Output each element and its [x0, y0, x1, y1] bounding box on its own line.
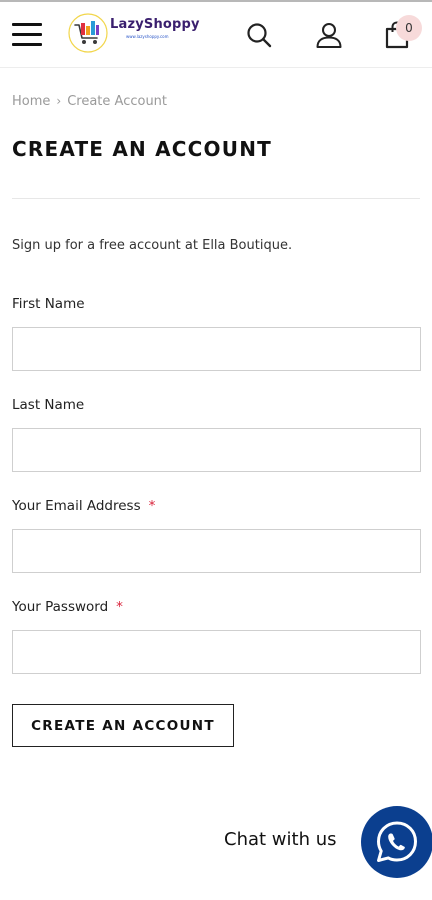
last-name-label: Last Name	[12, 397, 85, 413]
search-button[interactable]	[244, 18, 274, 52]
email-input[interactable]	[12, 529, 421, 573]
password-input[interactable]	[12, 630, 421, 674]
site-header: LazyShoppy www.lazyshoppy.com 0	[0, 2, 432, 68]
chat-button[interactable]	[361, 806, 432, 878]
logo-subtext: www.lazyshoppy.com	[126, 34, 169, 39]
breadcrumb: Home › Create Account	[12, 94, 167, 109]
required-marker: *	[116, 599, 123, 615]
chat-label[interactable]: Chat with us	[224, 829, 336, 850]
email-label: Your Email Address *	[12, 498, 156, 514]
site-logo[interactable]: LazyShoppy www.lazyshoppy.com	[68, 13, 204, 57]
cart-count-badge: 0	[396, 15, 422, 41]
whatsapp-icon	[377, 821, 417, 862]
breadcrumb-home-link[interactable]: Home	[12, 94, 50, 109]
divider	[12, 198, 420, 199]
account-button[interactable]	[314, 18, 344, 52]
cart-logo-icon	[68, 13, 108, 53]
intro-text: Sign up for a free account at Ella Bouti…	[12, 238, 293, 253]
page-title: CREATE AN ACCOUNT	[12, 137, 272, 161]
required-marker: *	[148, 498, 156, 514]
last-name-input[interactable]	[12, 428, 421, 472]
breadcrumb-current: Create Account	[67, 94, 168, 109]
password-label: Your Password *	[12, 599, 123, 615]
account-icon	[316, 23, 342, 48]
menu-icon[interactable]	[12, 23, 42, 47]
first-name-label: First Name	[12, 296, 85, 312]
search-icon	[247, 23, 272, 48]
first-name-input[interactable]	[12, 327, 421, 371]
logo-text: LazyShoppy	[110, 17, 200, 32]
breadcrumb-separator: ›	[56, 94, 62, 108]
create-account-button[interactable]: CREATE AN ACCOUNT	[12, 704, 234, 747]
